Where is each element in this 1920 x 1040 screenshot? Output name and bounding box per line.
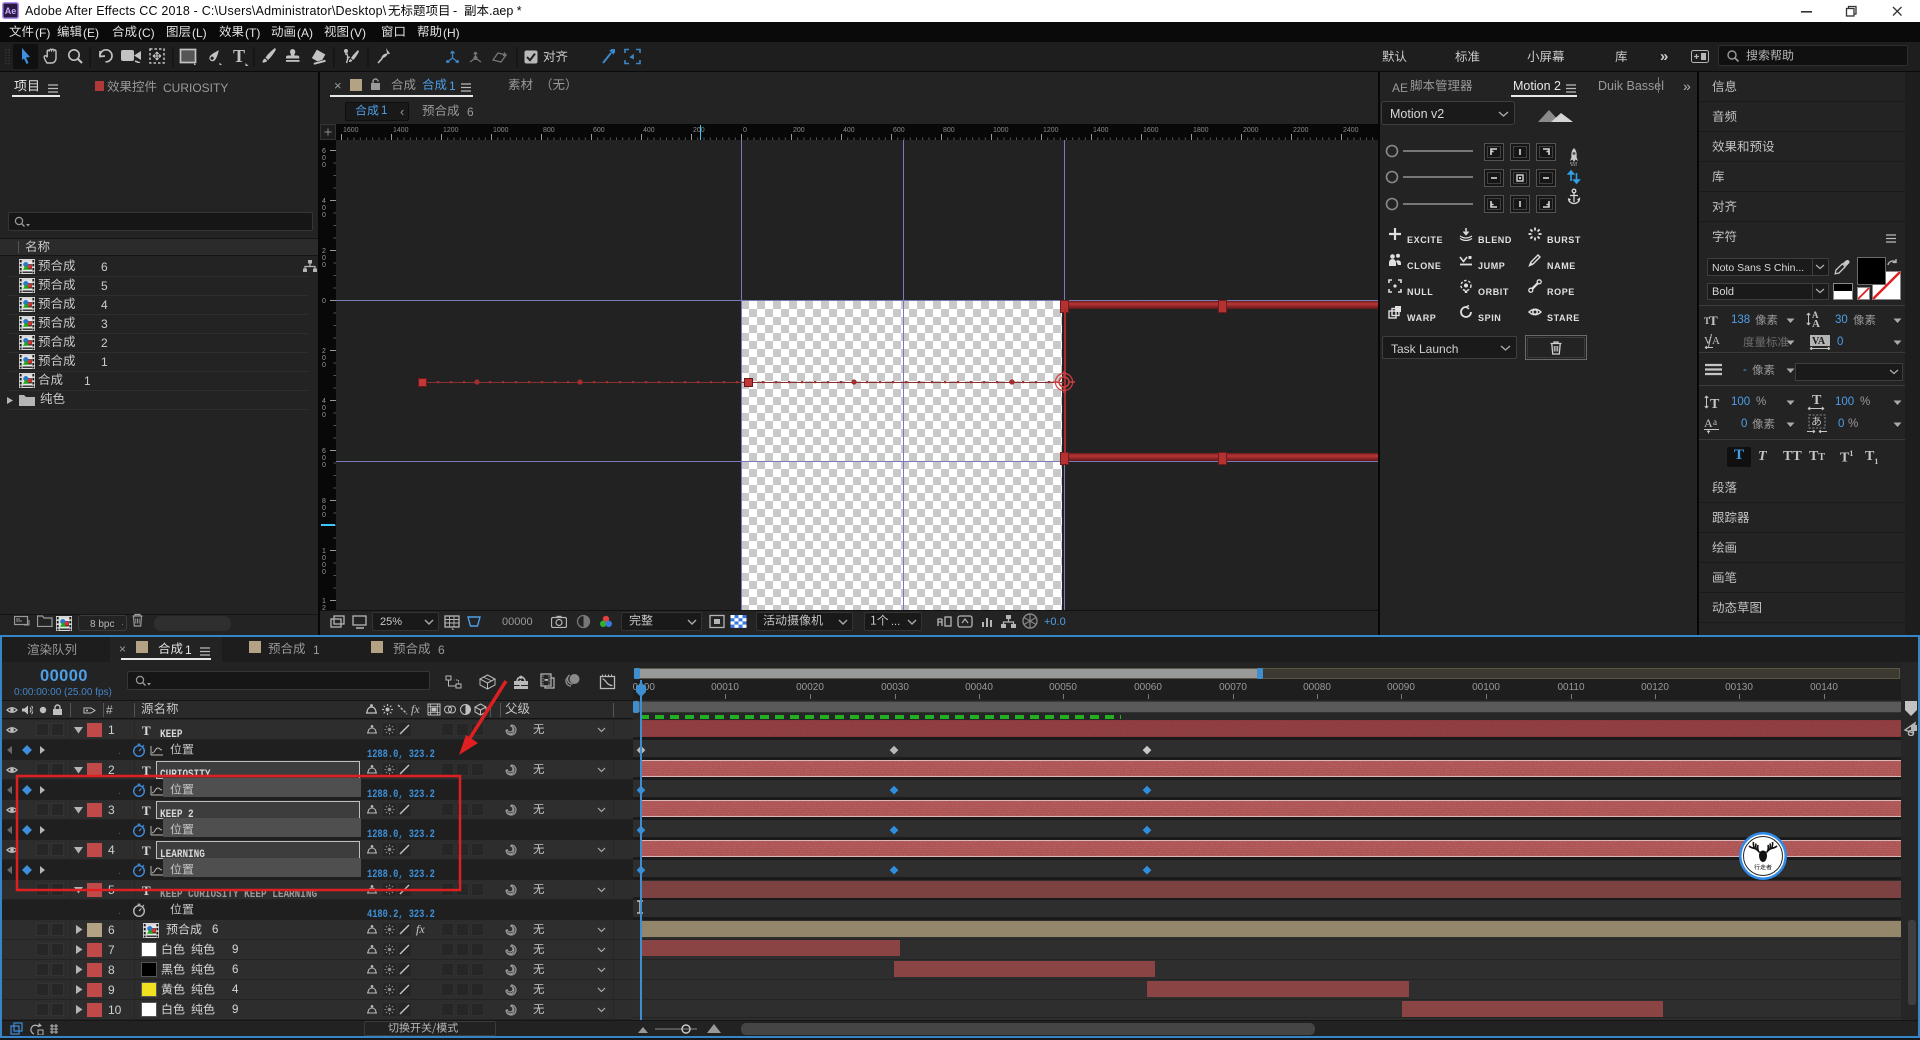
svg-text:00100: 00100 xyxy=(1472,682,1500,693)
svg-text:4: 4 xyxy=(322,198,326,205)
svg-text:800: 800 xyxy=(543,127,555,134)
svg-text:6: 6 xyxy=(322,148,326,155)
svg-text:600: 600 xyxy=(893,127,905,134)
svg-text:00080: 00080 xyxy=(1303,682,1331,693)
svg-text:1: 1 xyxy=(322,598,326,605)
svg-text:0: 0 xyxy=(322,205,326,212)
svg-text:0: 0 xyxy=(322,255,326,262)
svg-text:4: 4 xyxy=(322,398,326,405)
svg-text:0: 0 xyxy=(322,455,326,462)
svg-text:8: 8 xyxy=(322,498,326,505)
svg-text:0: 0 xyxy=(322,362,326,369)
svg-text:00140: 00140 xyxy=(1810,682,1838,693)
svg-text:1600: 1600 xyxy=(343,127,359,134)
svg-text:1: 1 xyxy=(322,548,326,555)
svg-text:1400: 1400 xyxy=(1093,127,1109,134)
svg-text:A: A xyxy=(1704,416,1713,430)
svg-text:0: 0 xyxy=(322,155,326,162)
svg-text:00110: 00110 xyxy=(1557,682,1585,693)
svg-text:T: T xyxy=(1710,397,1720,410)
svg-text:00020: 00020 xyxy=(796,682,824,693)
svg-text:00040: 00040 xyxy=(965,682,993,693)
svg-text:2400: 2400 xyxy=(1343,127,1359,134)
svg-text:0: 0 xyxy=(322,212,326,219)
svg-text:00030: 00030 xyxy=(881,682,909,693)
svg-text:VA: VA xyxy=(1812,336,1826,347)
svg-text:2: 2 xyxy=(322,348,326,355)
svg-text:2000: 2000 xyxy=(1243,127,1259,134)
svg-text:0: 0 xyxy=(322,355,326,362)
svg-text:0: 0 xyxy=(322,412,326,419)
svg-text:0: 0 xyxy=(743,127,747,134)
svg-text:0: 0 xyxy=(322,262,326,269)
svg-text:1000: 1000 xyxy=(993,127,1009,134)
svg-text:00120: 00120 xyxy=(1641,682,1669,693)
svg-text:200: 200 xyxy=(693,127,705,134)
svg-text:00090: 00090 xyxy=(1387,682,1415,693)
svg-text:00070: 00070 xyxy=(1219,682,1247,693)
svg-text:800: 800 xyxy=(943,127,955,134)
svg-text:00050: 00050 xyxy=(1049,682,1077,693)
svg-text:T: T xyxy=(1709,313,1718,326)
svg-text:1000: 1000 xyxy=(493,127,509,134)
svg-text:600: 600 xyxy=(593,127,605,134)
svg-text:1200: 1200 xyxy=(443,127,459,134)
svg-text:A: A xyxy=(1812,318,1820,329)
svg-text:0: 0 xyxy=(322,162,326,169)
svg-text:1200: 1200 xyxy=(1043,127,1059,134)
svg-text:T: T xyxy=(233,46,245,66)
svg-text:0: 0 xyxy=(322,562,326,569)
svg-text:T: T xyxy=(1812,393,1822,408)
svg-text:0: 0 xyxy=(322,298,326,305)
svg-text:0: 0 xyxy=(322,512,326,519)
svg-text:0: 0 xyxy=(322,555,326,562)
svg-text:200: 200 xyxy=(793,127,805,134)
svg-text:6: 6 xyxy=(322,448,326,455)
svg-text:00060: 00060 xyxy=(1134,682,1162,693)
svg-text:2200: 2200 xyxy=(1293,127,1309,134)
svg-text:400: 400 xyxy=(643,127,655,134)
svg-text:1400: 1400 xyxy=(393,127,409,134)
svg-text:00010: 00010 xyxy=(711,682,739,693)
svg-text:2: 2 xyxy=(322,248,326,255)
svg-text:a: a xyxy=(1713,417,1717,427)
svg-text:400: 400 xyxy=(843,127,855,134)
svg-text:0: 0 xyxy=(322,405,326,412)
svg-text:A: A xyxy=(1712,335,1720,347)
svg-text:1800: 1800 xyxy=(1193,127,1209,134)
svg-text:0: 0 xyxy=(322,462,326,469)
svg-text:1600: 1600 xyxy=(1143,127,1159,134)
svg-text:Ae: Ae xyxy=(5,6,17,16)
svg-text:0: 0 xyxy=(322,505,326,512)
svg-text:00130: 00130 xyxy=(1725,682,1753,693)
svg-text:0: 0 xyxy=(322,569,326,576)
